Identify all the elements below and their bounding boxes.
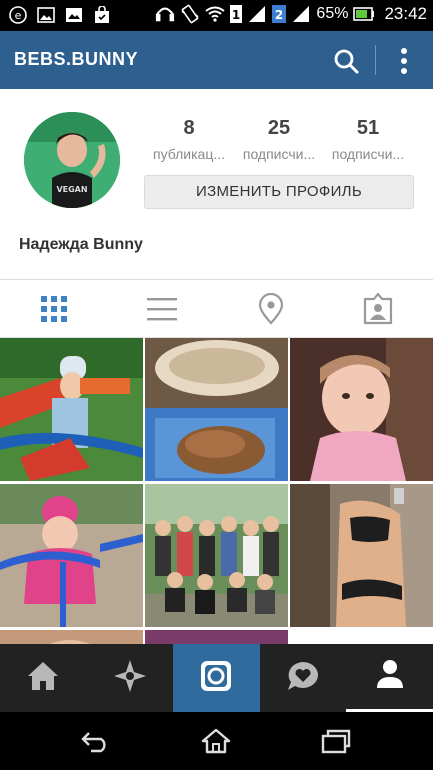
headset-icon: [155, 4, 175, 24]
list-view-icon[interactable]: [146, 293, 178, 325]
edit-profile-button[interactable]: ИЗМЕНИТЬ ПРОФИЛЬ: [144, 175, 414, 209]
stat-following-value: 51: [356, 117, 380, 139]
signal-2-icon: [291, 4, 311, 24]
svg-text:e: e: [15, 9, 22, 22]
search-icon[interactable]: [333, 48, 359, 74]
browser-notification-icon: e: [8, 5, 28, 25]
wifi-icon: [205, 4, 226, 24]
profile-section: VEGAN 8 публикац... 25 подписчи... 51 по…: [0, 89, 433, 281]
signal-icon: [247, 4, 267, 24]
stat-posts-value: 8: [183, 117, 195, 139]
app-header: BEBS.BUNNY: [0, 31, 433, 89]
clock: 23:42: [384, 4, 427, 23]
sim2-icon: 2: [272, 4, 287, 24]
location-pin-icon[interactable]: [255, 293, 287, 325]
profile-username: BEBS.BUNNY: [14, 49, 139, 69]
nav-camera[interactable]: [173, 644, 260, 712]
sim1-icon: 1: [230, 4, 243, 24]
vibrate-icon: [180, 4, 200, 24]
photo-tile[interactable]: [290, 484, 433, 627]
photo-tile[interactable]: [145, 484, 288, 627]
shopping-bag-icon: [92, 5, 112, 25]
stat-posts-label: публикац...: [152, 146, 226, 162]
overflow-menu-icon[interactable]: [394, 46, 414, 76]
camera-icon: [199, 659, 233, 698]
recent-apps-icon[interactable]: [320, 726, 352, 756]
nav-home[interactable]: [0, 644, 87, 712]
stat-followers-label: подписчи...: [242, 146, 316, 162]
activity-heart-bubble-icon: [286, 660, 320, 697]
stat-followers-value: 25: [267, 117, 291, 139]
stat-following-label: подписчи...: [331, 146, 405, 162]
explore-star-icon: [113, 659, 147, 698]
photo-tile[interactable]: [145, 630, 288, 644]
home-button-icon[interactable]: [200, 726, 232, 756]
header-divider: [375, 45, 376, 75]
avatar[interactable]: VEGAN: [24, 112, 120, 208]
battery-icon: [353, 4, 375, 24]
tagged-photos-icon[interactable]: [362, 293, 394, 325]
back-icon[interactable]: [80, 726, 112, 756]
divider: [0, 279, 433, 280]
grid-view-icon[interactable]: [38, 293, 70, 325]
profile-person-icon: [374, 658, 406, 695]
svg-text:VEGAN: VEGAN: [56, 185, 87, 194]
photo-tile[interactable]: [0, 484, 143, 627]
photo-tile[interactable]: [145, 338, 288, 481]
stat-followers[interactable]: 25 подписчи...: [238, 117, 320, 162]
profile-view-tabs: [0, 281, 433, 338]
svg-text:2: 2: [275, 8, 283, 22]
status-bar: e 1 2 65% 23:42: [0, 0, 433, 31]
nav-activity[interactable]: [260, 644, 347, 712]
gallery-notification-icon: [36, 5, 56, 25]
system-navigation: [0, 712, 433, 770]
home-icon: [26, 660, 60, 697]
image-notification-icon: [64, 5, 84, 25]
profile-full-name: Надежда Bunny: [19, 236, 143, 253]
nav-profile[interactable]: [346, 644, 433, 712]
stat-posts[interactable]: 8 публикац...: [148, 117, 230, 162]
stat-following[interactable]: 51 подписчи...: [326, 117, 410, 162]
photo-tile[interactable]: [0, 630, 143, 644]
photo-grid: [0, 338, 433, 644]
nav-explore[interactable]: [87, 644, 174, 712]
photo-tile[interactable]: [0, 338, 143, 481]
bottom-navigation: [0, 644, 433, 712]
svg-text:1: 1: [232, 8, 240, 22]
battery-percent: 65%: [316, 5, 349, 22]
photo-tile[interactable]: [290, 338, 433, 481]
